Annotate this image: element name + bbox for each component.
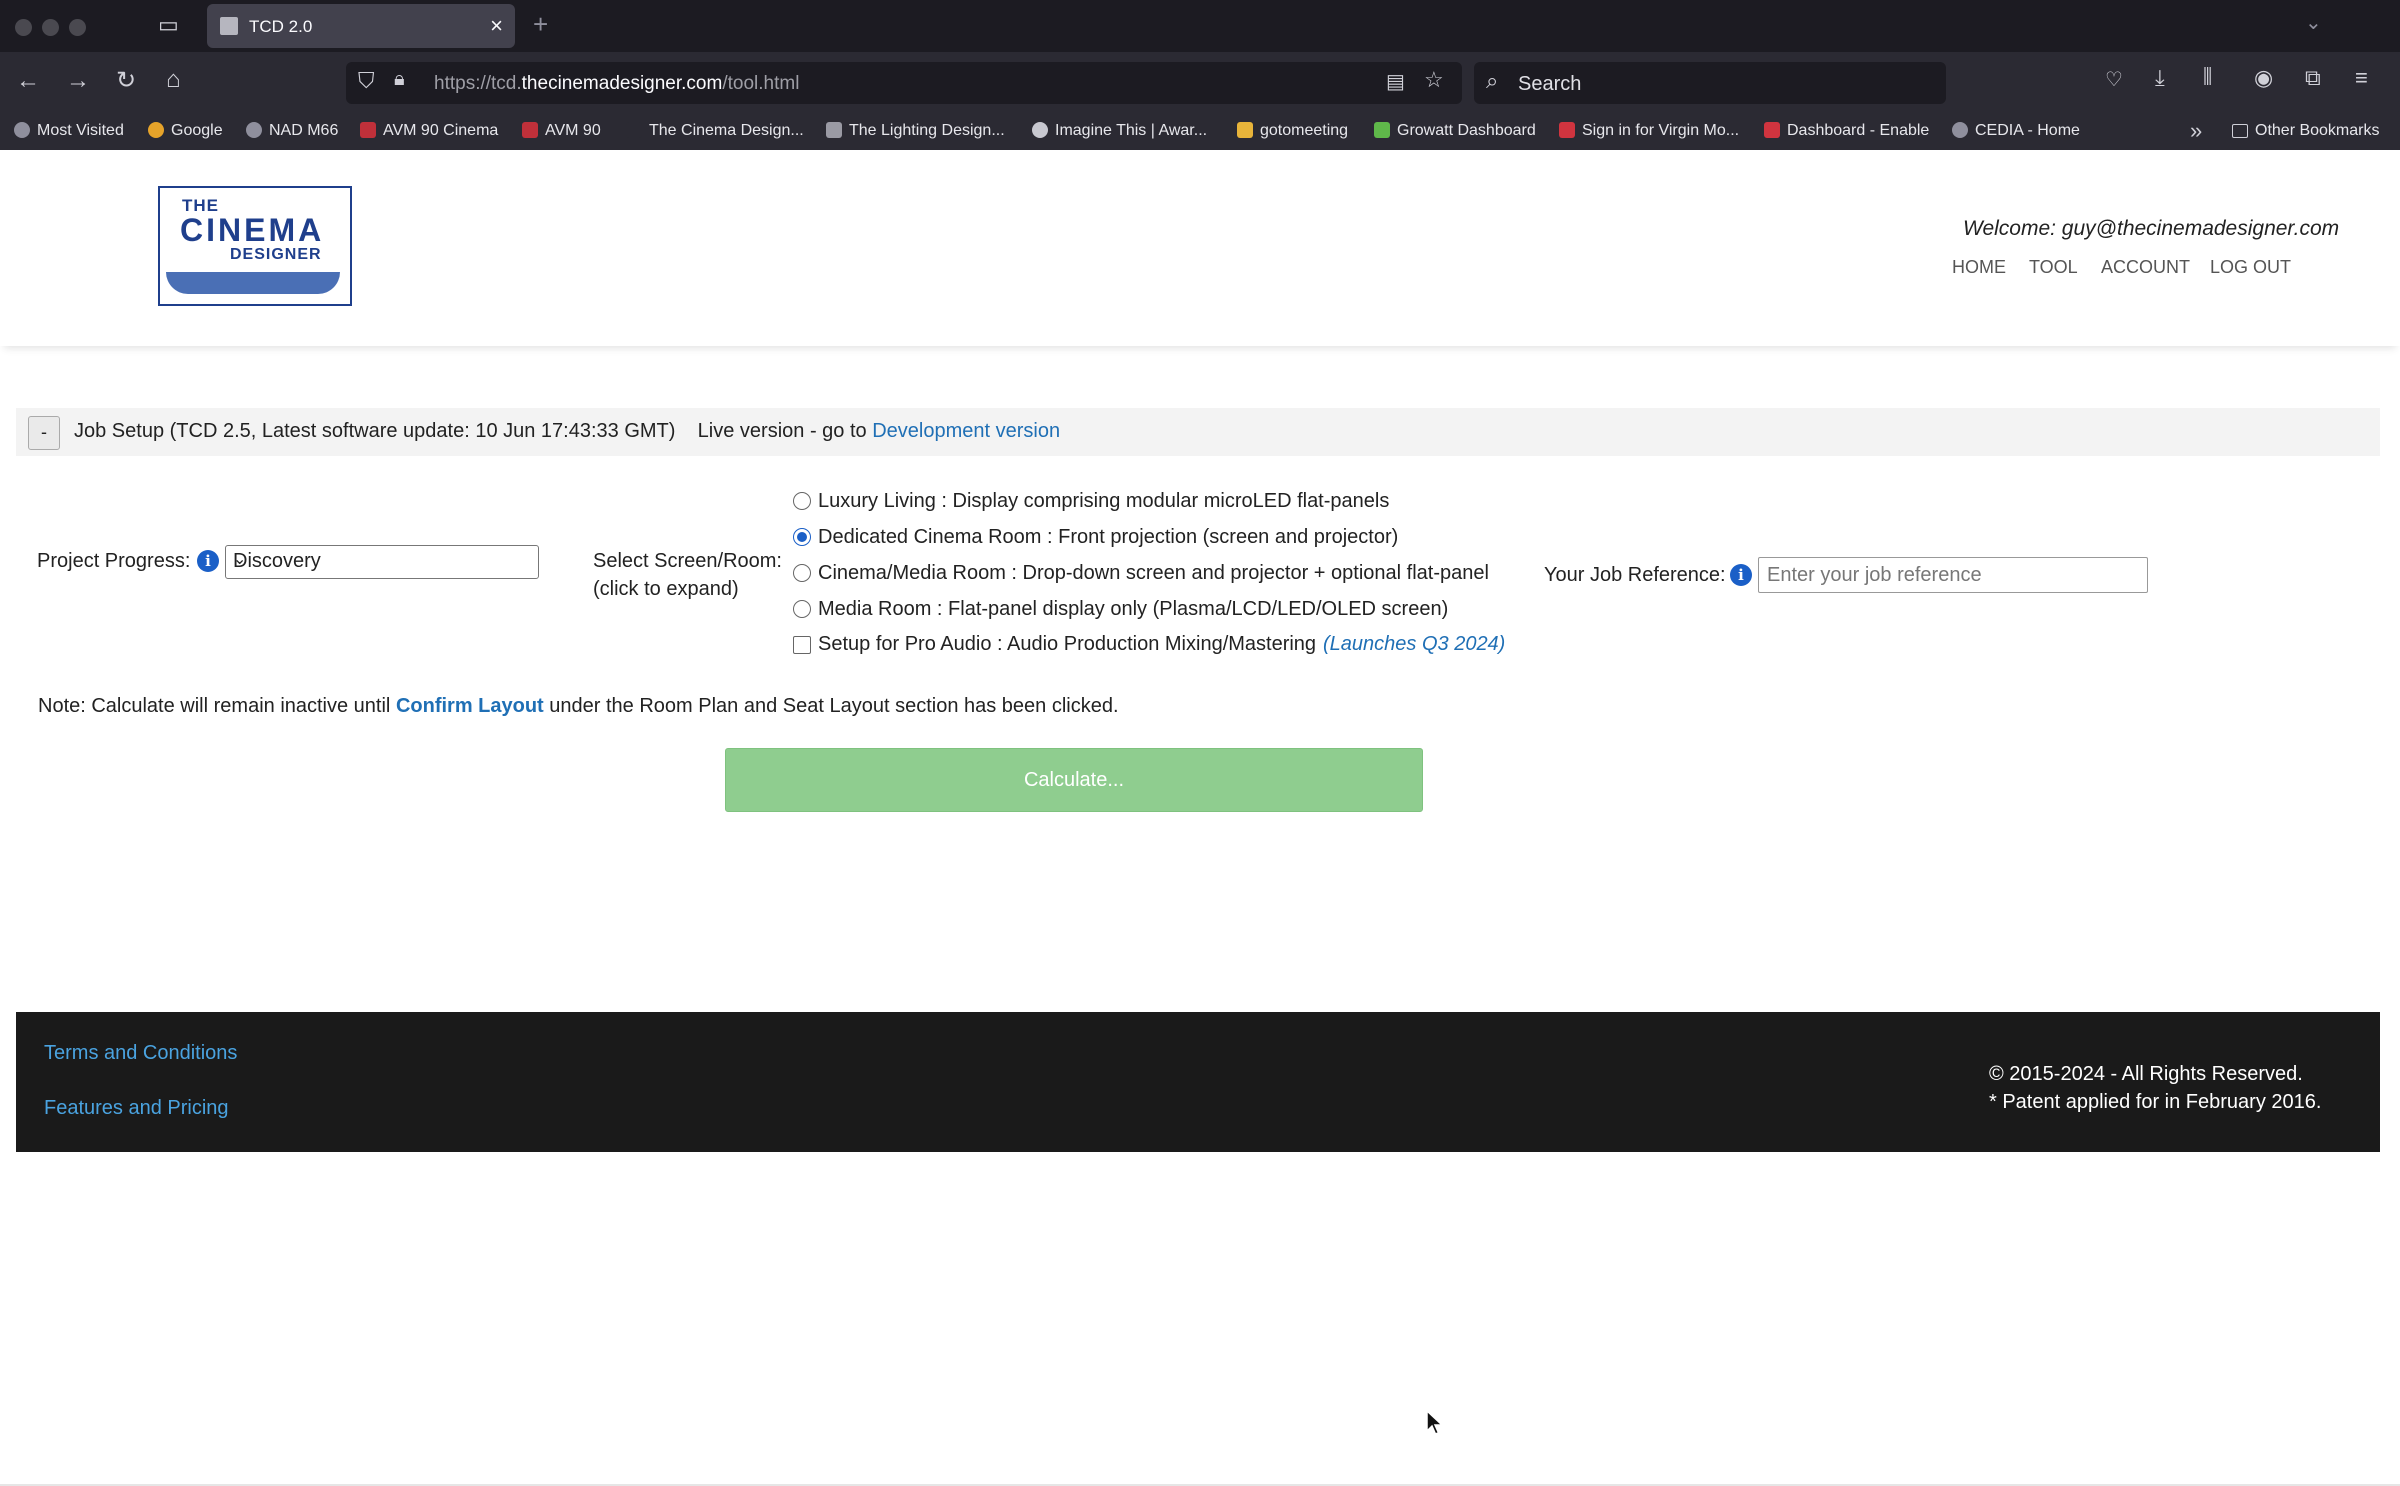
job-reference-label: Your Job Reference: [1544,564,1726,586]
bookmark-item[interactable]: The Lighting Design... [826,122,1005,140]
bookmark-item[interactable]: Most Visited [14,122,124,140]
project-progress-select[interactable]: Discovery ⌄ [225,545,539,579]
window-close-dot[interactable] [15,19,32,36]
tab-title: TCD 2.0 [249,17,313,36]
patent-text: * Patent applied for in February 2016. [1989,1091,2322,1113]
calculate-note: Note: Calculate will remain inactive unt… [38,695,1119,717]
room-option-label[interactable]: Cinema/Media Room : Drop-down screen and… [818,562,1489,585]
pro-audio-checkbox[interactable] [793,636,811,654]
search-bar[interactable]: ⌕ Search [1474,62,1946,104]
bookmarks-toolbar: Most Visited Google NAD M66 AVM 90 Cinem… [0,116,2400,150]
browser-nav-bar: ← → ↻ ⌂ ⛉ 🔒︎ https://tcd.thecinemadesign… [0,52,2400,116]
bookmark-item[interactable]: Imagine This | Awar... [1032,122,1207,140]
other-bookmarks[interactable]: Other Bookmarks [2232,122,2379,140]
forward-arrow-icon[interactable]: → [66,67,90,95]
collapse-button[interactable]: - [28,416,60,450]
new-tab-icon[interactable]: + [533,9,548,40]
terms-and-conditions-link[interactable]: Terms and Conditions [44,1042,237,1065]
bookmark-item[interactable]: gotomeeting [1237,122,1348,140]
job-setup-title: Job Setup (TCD 2.5, Latest software upda… [74,420,1061,442]
room-option-radio[interactable] [793,564,811,582]
library-icon[interactable]: ⫼ [2203,66,2212,89]
url-bar[interactable]: ⛉ 🔒︎ https://tcd.thecinemadesigner.com/t… [346,62,1462,104]
project-progress-info-icon[interactable]: i [197,550,219,572]
bookmark-item[interactable]: The Cinema Design... [626,122,804,140]
room-option-radio[interactable] [793,492,811,510]
room-option-label[interactable]: Media Room : Flat-panel display only (Pl… [818,598,1448,621]
tab-favicon-icon [220,17,238,35]
back-arrow-icon[interactable]: ← [16,67,40,95]
browser-tab[interactable]: TCD 2.0 × [207,4,515,48]
tab-overview-icon[interactable]: ▭ [158,12,179,38]
copyright-text: © 2015-2024 - All Rights Reserved. [1989,1063,2303,1085]
tab-list-chevron-icon[interactable]: ⌄ [2305,10,2322,35]
site-footer: Terms and Conditions Features and Pricin… [16,1012,2380,1152]
features-and-pricing-link[interactable]: Features and Pricing [44,1097,229,1120]
job-setup-bar: - Job Setup (TCD 2.5, Latest software up… [16,408,2380,456]
shield-icon[interactable]: ⛉ [358,68,375,94]
logo-seating-graphic [166,272,340,294]
chevron-down-icon: ⌄ [233,551,247,568]
room-option-label[interactable]: Luxury Living : Display comprising modul… [818,490,1389,513]
search-icon: ⌕ [1486,68,1499,93]
bookmark-item[interactable]: Dashboard - Enable [1764,122,1929,140]
bookmark-item[interactable]: Sign in for Virgin Mo... [1559,122,1739,140]
pocket-icon[interactable]: ♡ [2105,67,2123,92]
window-minimize-dot[interactable] [42,19,59,36]
lock-icon[interactable]: 🔒︎ [394,68,405,91]
job-reference-info-icon[interactable]: i [1730,564,1752,586]
nav-tool[interactable]: TOOL [2029,257,2078,278]
job-reference-field[interactable] [1758,557,2148,593]
extensions-icon[interactable]: ⧉ [2305,65,2321,91]
mouse-cursor-icon [1426,1410,1444,1435]
tab-close-icon[interactable]: × [490,13,503,39]
confirm-layout-link[interactable]: Confirm Layout [396,695,544,717]
bookmark-item[interactable]: NAD M66 [246,122,338,140]
bookmarks-overflow-chevron-icon[interactable]: » [2190,118,2202,144]
bookmark-star-icon[interactable]: ☆ [1424,67,1444,93]
home-icon[interactable]: ⌂ [166,66,181,94]
reader-view-icon[interactable]: ▤ [1386,69,1405,94]
calculate-button[interactable]: Calculate... [725,748,1423,812]
bookmark-item[interactable]: Growatt Dashboard [1374,122,1536,140]
screen-room-sublabel: (click to expand) [593,578,739,600]
site-header: THE CINEMA DESIGNER Welcome: guy@thecine… [0,150,2400,346]
room-option-radio[interactable] [793,528,811,546]
nav-account[interactable]: ACCOUNT [2101,257,2190,278]
project-progress-label: Project Progress: [37,550,191,572]
nav-logout[interactable]: LOG OUT [2210,257,2291,278]
downloads-icon[interactable]: ⤓ [2155,65,2165,91]
room-option-radio[interactable] [793,600,811,618]
screen-room-label: Select Screen/Room: [593,550,782,572]
menu-hamburger-icon[interactable]: ≡ [2355,65,2368,91]
welcome-text: Welcome: guy@thecinemadesigner.com [1963,217,2340,240]
bookmark-item[interactable]: Google [148,122,223,140]
bookmark-item[interactable]: AVM 90 Cinema [360,122,498,140]
cinema-designer-logo[interactable]: THE CINEMA DESIGNER [158,186,352,306]
launch-note: (Launches Q3 2024) [1323,633,1506,655]
development-version-link[interactable]: Development version [872,420,1060,442]
pro-audio-label[interactable]: Setup for Pro Audio : Audio Production M… [818,633,1316,656]
bookmark-item[interactable]: AVM 90 [522,122,601,140]
room-option-label[interactable]: Dedicated Cinema Room : Front projection… [818,526,1398,549]
url-text[interactable]: https://tcd.thecinemadesigner.com/tool.h… [434,73,799,95]
reload-icon[interactable]: ↻ [116,66,136,95]
search-placeholder: Search [1518,73,1582,95]
browser-tab-bar: ▭ TCD 2.0 × + ⌄ [0,0,2400,52]
job-reference-input[interactable] [1765,559,2139,591]
window-zoom-dot[interactable] [69,19,86,36]
account-icon[interactable]: ◉ [2254,65,2273,91]
nav-home[interactable]: HOME [1952,257,2006,278]
bookmark-item[interactable]: CEDIA - Home [1952,122,2080,140]
